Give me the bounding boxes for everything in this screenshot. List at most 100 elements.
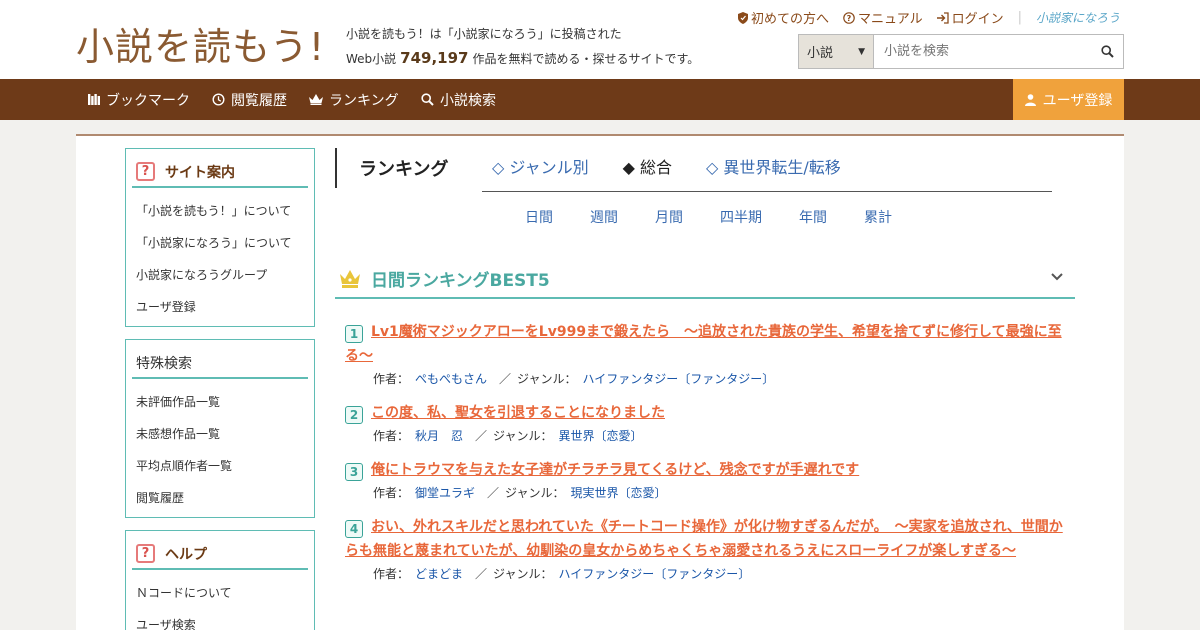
main-nav: ブックマーク 閲覧履歴 ランキング 小説検索 ユーザ登録 <box>0 79 1200 120</box>
ranking-item: 4 おい、外れスキルだと思われていた《チートコード操作》が化け物すぎるんだが。 ～… <box>345 515 1070 582</box>
site-guide-box: ? サイト案内 「小説を読もう！」について 「小説家になろう」について 小説家に… <box>125 148 315 327</box>
search-category-select[interactable]: 小説 ▼ <box>799 35 874 68</box>
period-weekly[interactable]: 週間 <box>590 207 618 227</box>
novel-title: 俺にトラウマを与えた女子達がチラチラ見てくるけど、残念ですが手遅れです <box>371 462 860 478</box>
period-quarterly[interactable]: 四半期 <box>720 207 762 227</box>
author-label: 作者： <box>373 429 410 443</box>
link-separator: | <box>1017 10 1022 25</box>
first-time-link[interactable]: 初めての方へ <box>737 8 829 27</box>
genre-link[interactable]: 現実世界〔恋愛〕 <box>570 486 666 500</box>
novel-title: Lv1魔術マジックアローをLv999まで鍛えたら ～追放された貴族の学生、希望を… <box>345 324 1062 364</box>
chevron-down-icon: ▼ <box>858 46 865 57</box>
ranking-item: 3 俺にトラウマを与えた女子達がチラチラ見てくるけど、残念ですが手遅れです 作者：… <box>345 458 1070 501</box>
author-link[interactable]: ぺもぺもさん <box>415 372 487 386</box>
sidebar-item-about-yomou[interactable]: 「小説を読もう！」について <box>136 194 314 226</box>
site-guide-title-text: サイト案内 <box>165 164 235 181</box>
ranking-item: 1 Lv1魔術マジックアローをLv999まで鍛えたら ～追放された貴族の学生、希望… <box>345 320 1070 387</box>
search-bar: 小説 ▼ <box>798 34 1124 69</box>
site-guide-list: 「小説を読もう！」について 「小説家になろう」について 小説家になろうグループ … <box>126 188 314 326</box>
work-count: 749,197 <box>400 49 469 67</box>
site-logo[interactable]: 小説を読もう! <box>76 16 325 71</box>
nav-history-label: 閲覧履歴 <box>231 92 287 109</box>
rank-number-badge: 2 <box>345 406 363 424</box>
sidebar-item-avg-authors[interactable]: 平均点順作者一覧 <box>136 449 314 481</box>
register-button[interactable]: ユーザ登録 <box>1013 79 1124 120</box>
author-link[interactable]: 秋月 忍 <box>415 429 463 443</box>
content-area: ? サイト案内 「小説を読もう！」について 「小説家になろう」について 小説家に… <box>76 134 1124 630</box>
tab-genre[interactable]: ◇ ジャンル別 <box>492 154 589 178</box>
chevron-down-icon[interactable] <box>1051 269 1063 285</box>
nav-history[interactable]: 閲覧履歴 <box>212 79 287 120</box>
tagline-line1: 小説を読もう！は「小説家になろう」に投稿された <box>346 27 622 41</box>
nav-ranking[interactable]: ランキング <box>309 79 399 120</box>
genre-label: ジャンル： <box>505 486 565 500</box>
genre-link[interactable]: 異世界〔恋愛〕 <box>558 429 642 443</box>
sidebar-item-user-register[interactable]: ユーザ登録 <box>136 290 314 322</box>
crown-icon <box>340 269 360 288</box>
login-label: ログイン <box>951 12 1004 27</box>
period-tabs: 日間 週間 月間 四半期 年間 累計 <box>525 207 929 227</box>
novel-title-link[interactable]: 4 おい、外れスキルだと思われていた《チートコード操作》が化け物すぎるんだが。 ～… <box>345 515 1070 563</box>
daily-best-header[interactable]: 日間ランキングBEST5 <box>335 260 1075 299</box>
help-circle-icon: ? <box>843 11 855 24</box>
sidebar-item-ncode[interactable]: Ｎコードについて <box>136 576 314 608</box>
author-link[interactable]: 御堂ユラギ <box>415 486 475 500</box>
period-monthly[interactable]: 月間 <box>655 207 683 227</box>
nav-bookmark-label: ブックマーク <box>106 92 190 109</box>
narou-logo[interactable]: 小説家になろう <box>1036 9 1120 26</box>
rank-number-badge: 4 <box>345 520 363 538</box>
sidebar-item-history[interactable]: 閲覧履歴 <box>136 481 314 513</box>
manual-label: マニュアル <box>857 12 923 27</box>
rank-number-badge: 1 <box>345 325 363 343</box>
novel-title-link[interactable]: 1 Lv1魔術マジックアローをLv999まで鍛えたら ～追放された貴族の学生、希望… <box>345 320 1070 368</box>
ranking-tabs: ◇ ジャンル別 ◆ 総合 ◇ 異世界転生/転移 <box>492 154 875 178</box>
period-yearly[interactable]: 年間 <box>799 207 827 227</box>
period-total[interactable]: 累計 <box>864 207 892 227</box>
meta-separator: ／ <box>487 486 500 500</box>
user-icon <box>1024 93 1036 106</box>
tab-isekai[interactable]: ◇ 異世界転生/転移 <box>706 154 841 178</box>
sidebar-item-no-review[interactable]: 未感想作品一覧 <box>136 417 314 449</box>
search-icon <box>1100 45 1114 58</box>
help-title: ? ヘルプ <box>132 539 308 570</box>
tagline-post: 作品を無料で読める・探せるサイトです。 <box>472 52 700 66</box>
shield-icon <box>737 11 748 24</box>
sidebar-item-user-search[interactable]: ユーザ検索 <box>136 608 314 630</box>
nav-search-label: 小説検索 <box>440 92 496 109</box>
help-title-text: ヘルプ <box>165 546 207 563</box>
novel-meta: 作者： 御堂ユラギ ／ ジャンル： 現実世界〔恋愛〕 <box>345 484 1070 501</box>
search-input[interactable] <box>874 35 1091 68</box>
search-button[interactable] <box>1091 35 1123 68</box>
novel-meta: 作者： ぺもぺもさん ／ ジャンル： ハイファンタジー〔ファンタジー〕 <box>345 370 1070 387</box>
novel-title-link[interactable]: 2 この度、私、聖女を引退することになりました <box>345 401 1070 425</box>
novel-title-link[interactable]: 3 俺にトラウマを与えた女子達がチラチラ見てくるけど、残念ですが手遅れです <box>345 458 1070 482</box>
novel-title: おい、外れスキルだと思われていた《チートコード操作》が化け物すぎるんだが。 ～実… <box>345 519 1063 559</box>
first-time-label: 初めての方へ <box>750 12 829 27</box>
search-category-value: 小説 <box>807 46 834 61</box>
ranking-heading: ランキング <box>335 148 448 188</box>
novel-meta: 作者： 秋月 忍 ／ ジャンル： 異世界〔恋愛〕 <box>345 427 1070 444</box>
nav-bookmark[interactable]: ブックマーク <box>88 79 190 120</box>
author-label: 作者： <box>373 486 410 500</box>
tagline-pre: Web小説 <box>346 52 397 66</box>
special-search-box: 特殊検索 未評価作品一覧 未感想作品一覧 平均点順作者一覧 閲覧履歴 <box>125 339 315 518</box>
period-daily[interactable]: 日間 <box>525 207 553 227</box>
bookmark-icon <box>88 94 100 105</box>
genre-link[interactable]: ハイファンタジー〔ファンタジー〕 <box>582 372 774 386</box>
novel-meta: 作者： どまどま ／ ジャンル： ハイファンタジー〔ファンタジー〕 <box>345 565 1070 582</box>
author-label: 作者： <box>373 567 410 581</box>
login-link[interactable]: ログイン <box>936 8 1004 27</box>
sidebar-item-narou-group[interactable]: 小説家になろうグループ <box>136 258 314 290</box>
author-link[interactable]: どまどま <box>415 567 463 581</box>
site-header: 小説を読もう! 小説を読もう！は「小説家になろう」に投稿された Web小説 749… <box>0 0 1200 79</box>
genre-link[interactable]: ハイファンタジー〔ファンタジー〕 <box>558 567 750 581</box>
sidebar-item-unrated[interactable]: 未評価作品一覧 <box>136 385 314 417</box>
tab-overall[interactable]: ◆ 総合 <box>623 154 672 178</box>
ranking-item: 2 この度、私、聖女を引退することになりました 作者： 秋月 忍 ／ ジャンル： 異世界〔… <box>345 401 1070 444</box>
crown-icon <box>309 94 323 105</box>
nav-search[interactable]: 小説検索 <box>421 79 496 120</box>
register-label: ユーザ登録 <box>1042 92 1113 109</box>
question-icon: ? <box>136 162 155 181</box>
sidebar-item-about-narou[interactable]: 「小説家になろう」について <box>136 226 314 258</box>
manual-link[interactable]: ? マニュアル <box>843 8 923 27</box>
